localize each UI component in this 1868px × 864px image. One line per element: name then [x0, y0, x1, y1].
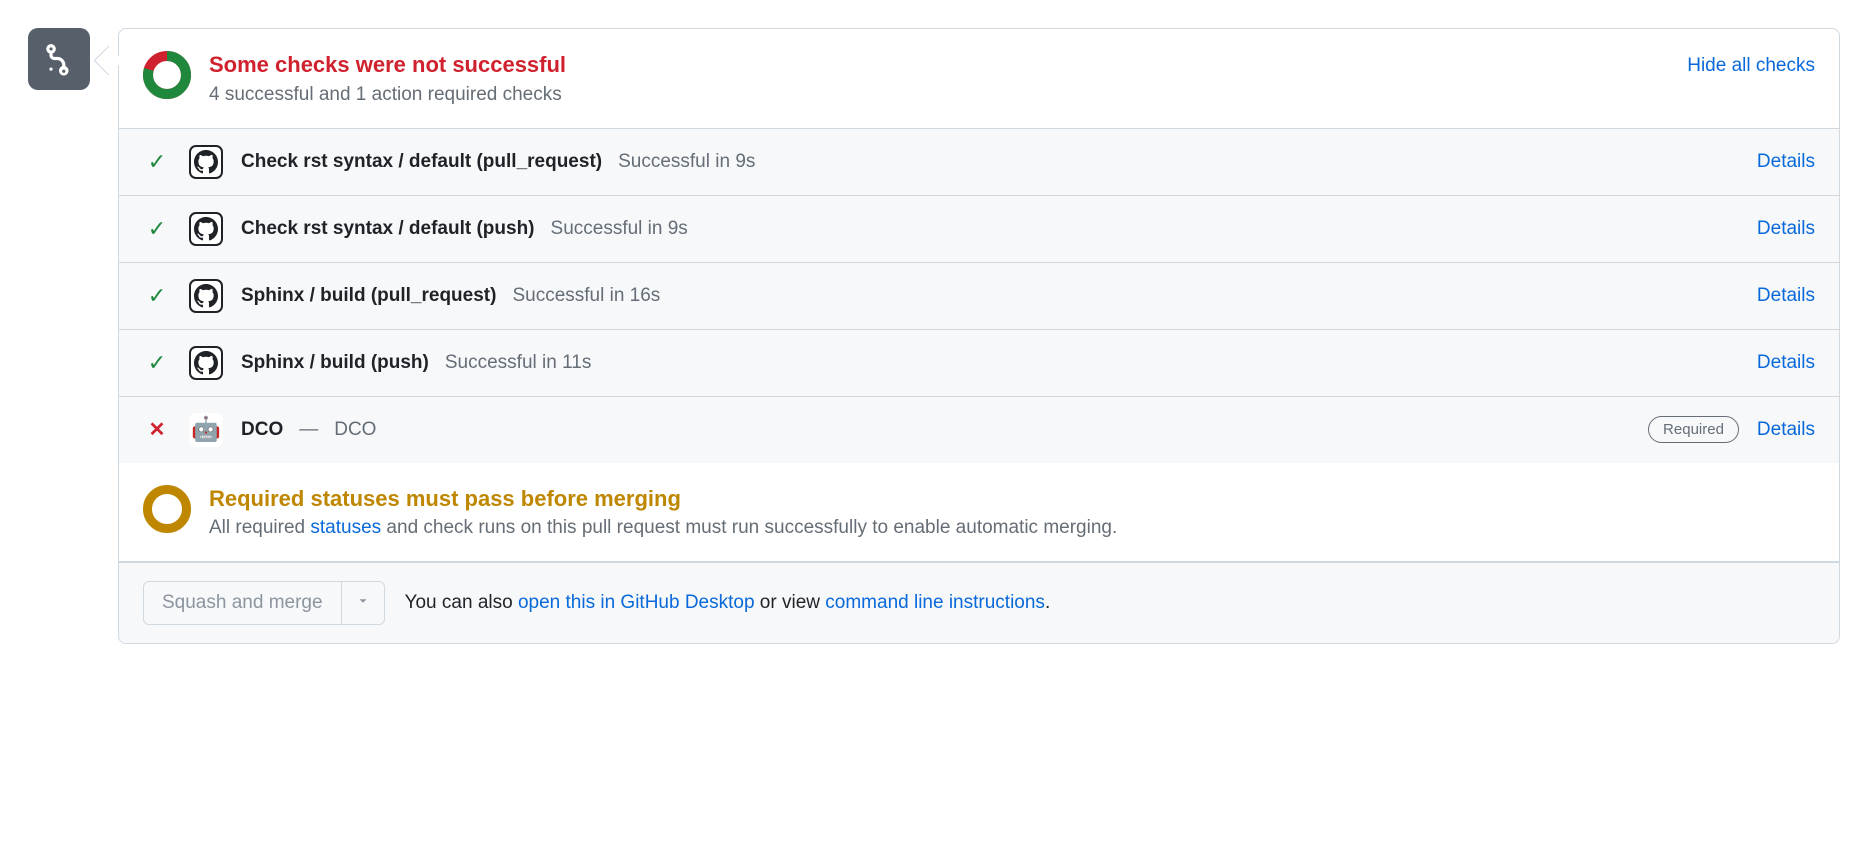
check-row: ✕ 🤖 DCO — DCO Required Details — [119, 397, 1839, 463]
open-github-desktop-link[interactable]: open this in GitHub Desktop — [518, 592, 755, 613]
checks-summary-title: Some checks were not successful — [209, 51, 1669, 80]
check-row: ✓ Sphinx / build (push) Successful in 11s D… — [119, 330, 1839, 397]
checks-summary-subtitle: 4 successful and 1 action required check… — [209, 84, 1669, 106]
check-details-link[interactable]: Details — [1757, 419, 1815, 441]
check-row: ✓ Check rst syntax / default (push) Succes… — [119, 196, 1839, 263]
check-name: Sphinx / build (push) — [241, 352, 429, 374]
squash-and-merge-button[interactable]: Squash and merge — [143, 581, 342, 625]
check-name: Check rst syntax / default (pull_request… — [241, 151, 602, 173]
check-details-link[interactable]: Details — [1757, 151, 1815, 173]
check-row: ✓ Sphinx / build (pull_request) Successful… — [119, 263, 1839, 330]
merge-status-box: Some checks were not successful 4 succes… — [118, 28, 1840, 644]
checks-summary-section: Some checks were not successful 4 succes… — [119, 29, 1839, 129]
bot-avatar-icon: 🤖 — [189, 413, 223, 447]
pending-ring-icon — [143, 485, 191, 533]
check-details-link[interactable]: Details — [1757, 218, 1815, 240]
required-badge: Required — [1648, 416, 1739, 443]
git-merge-icon — [28, 28, 90, 90]
github-avatar-icon — [189, 212, 223, 246]
check-row: ✓ Check rst syntax / default (pull_reques… — [119, 129, 1839, 196]
check-name: DCO — [241, 419, 283, 441]
required-status-title: Required statuses must pass before mergi… — [209, 485, 1815, 514]
statuses-link[interactable]: statuses — [310, 517, 381, 538]
check-icon: ✓ — [148, 216, 166, 242]
check-details-link[interactable]: Details — [1757, 352, 1815, 374]
check-name: Check rst syntax / default (push) — [241, 218, 535, 240]
check-details-link[interactable]: Details — [1757, 285, 1815, 307]
check-dash: — — [299, 419, 318, 441]
merge-dropdown-button[interactable] — [342, 581, 385, 625]
merge-footer-text: You can also open this in GitHub Desktop… — [405, 592, 1051, 614]
checks-list: ✓ Check rst syntax / default (pull_reques… — [119, 129, 1839, 463]
check-name: Sphinx / build (pull_request) — [241, 285, 496, 307]
command-line-instructions-link[interactable]: command line instructions — [825, 592, 1045, 613]
check-status-text: Successful in 16s — [512, 285, 660, 307]
github-avatar-icon — [189, 346, 223, 380]
github-avatar-icon — [189, 279, 223, 313]
check-status-text: Successful in 11s — [445, 352, 591, 374]
callout-arrow — [90, 50, 118, 78]
check-icon: ✓ — [148, 350, 166, 376]
check-status-text: Successful in 9s — [618, 151, 755, 173]
merge-button-group: Squash and merge — [143, 581, 385, 625]
required-status-section: Required statuses must pass before mergi… — [119, 463, 1839, 563]
status-donut-icon — [143, 51, 191, 99]
merge-footer: Squash and merge You can also open this … — [119, 562, 1839, 643]
required-status-subtitle: All required statuses and check runs on … — [209, 517, 1815, 539]
chevron-down-icon — [356, 594, 370, 608]
check-status-text: Successful in 9s — [551, 218, 688, 240]
hide-all-checks-link[interactable]: Hide all checks — [1687, 55, 1815, 77]
check-icon: ✓ — [148, 149, 166, 175]
check-status-text: DCO — [334, 419, 376, 441]
github-avatar-icon — [189, 145, 223, 179]
check-icon: ✓ — [148, 283, 166, 309]
x-icon: ✕ — [149, 417, 166, 442]
